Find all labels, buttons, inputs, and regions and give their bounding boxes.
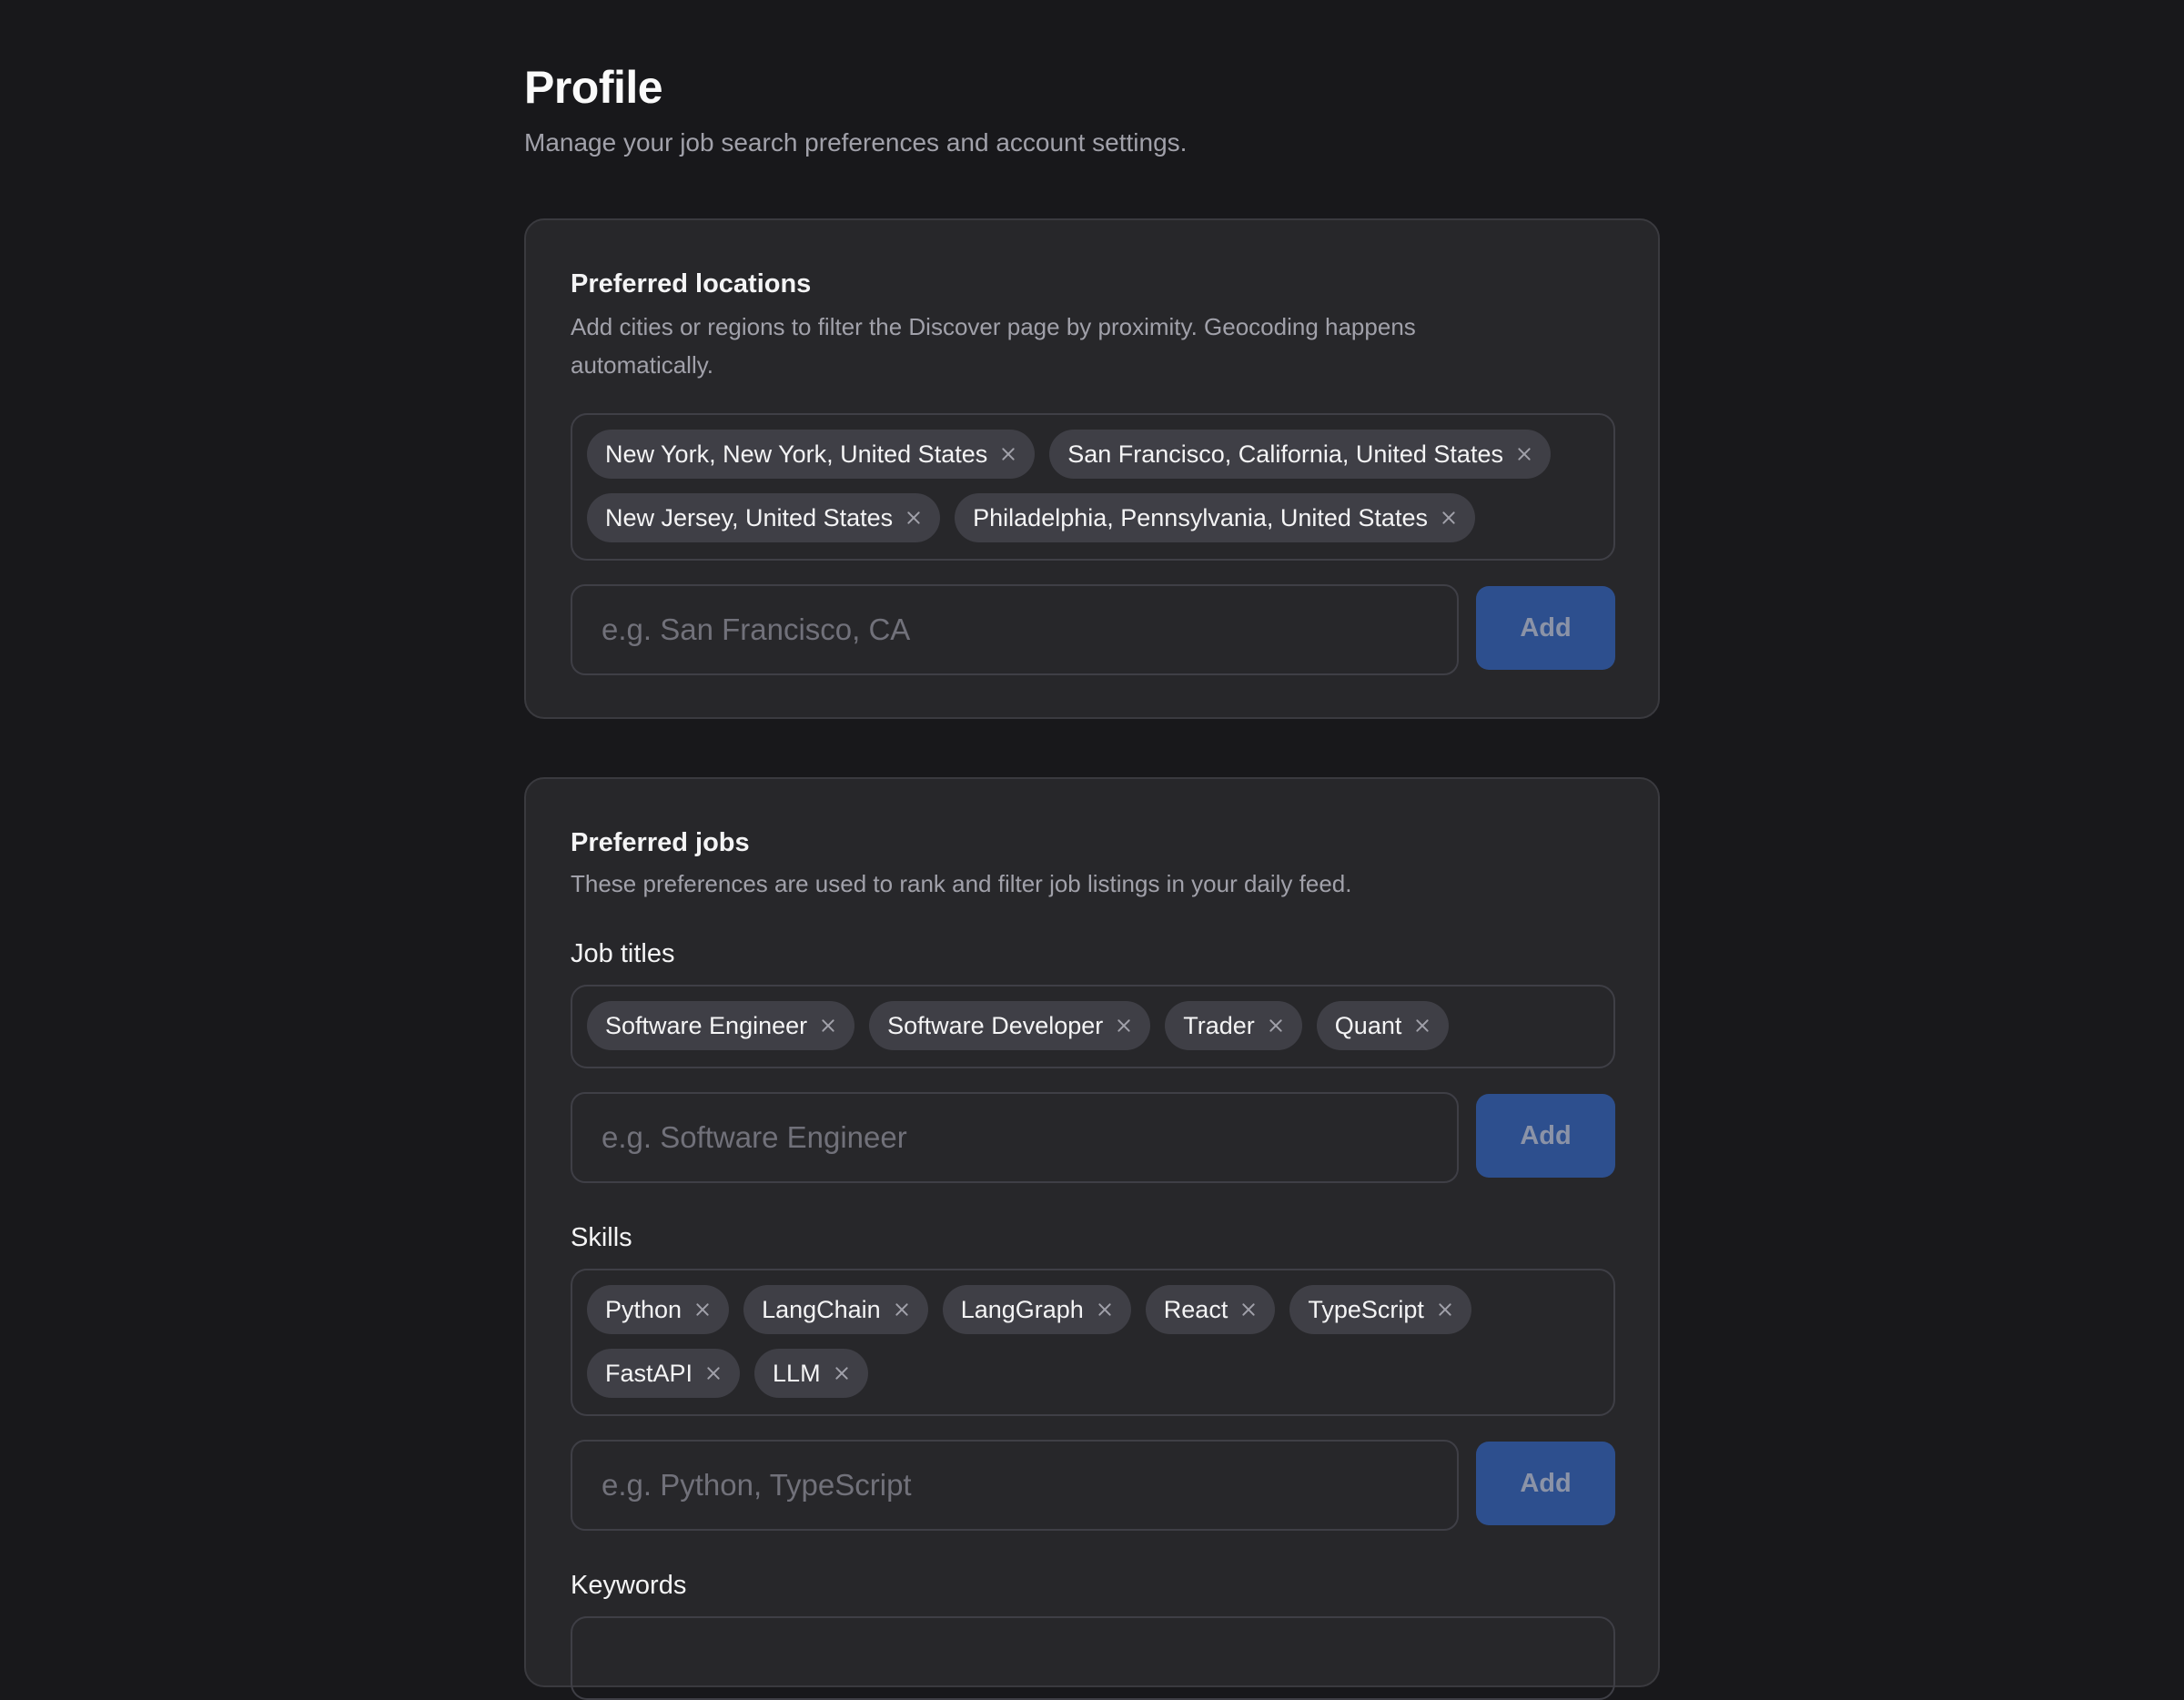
tag-chip-label: Software Developer bbox=[887, 1011, 1104, 1039]
tag-chip: Quant bbox=[1316, 1001, 1450, 1050]
close-icon[interactable] bbox=[1116, 1017, 1132, 1034]
preferred-jobs-card: Preferred jobs These preferences are use… bbox=[524, 777, 1660, 1700]
close-icon[interactable] bbox=[905, 510, 922, 526]
tag-chip: San Francisco, California, United States bbox=[1049, 430, 1551, 479]
tag-chip: TypeScript bbox=[1289, 1285, 1471, 1334]
tag-chip-label: LangChain bbox=[762, 1295, 881, 1323]
close-icon[interactable] bbox=[1437, 1301, 1453, 1318]
close-icon[interactable] bbox=[1240, 1301, 1257, 1318]
job-title-chip-list: Software Engineer Software Developer Trade… bbox=[571, 985, 1615, 1068]
tag-chip: LLM bbox=[754, 1349, 868, 1398]
tag-chip: New York, New York, United States bbox=[587, 430, 1036, 479]
close-icon[interactable] bbox=[1097, 1301, 1113, 1318]
tag-chip: Trader bbox=[1165, 1001, 1302, 1050]
card-description: These preferences are used to rank and f… bbox=[571, 870, 1352, 897]
card-title: Preferred locations bbox=[571, 269, 812, 299]
tag-chip-label: Python bbox=[605, 1295, 682, 1323]
tag-chip-label: New Jersey, United States bbox=[605, 503, 894, 531]
page-title: Profile bbox=[524, 62, 663, 113]
tag-chip: Software Engineer bbox=[587, 1001, 855, 1050]
close-icon[interactable] bbox=[1268, 1017, 1284, 1034]
tag-chip: LangGraph bbox=[942, 1285, 1131, 1334]
close-icon[interactable] bbox=[1441, 510, 1457, 526]
tag-chip-label: San Francisco, California, United States bbox=[1067, 440, 1503, 468]
tag-chip: React bbox=[1145, 1285, 1276, 1334]
location-input[interactable] bbox=[571, 584, 1459, 675]
tag-chip-label: Trader bbox=[1183, 1011, 1255, 1039]
close-icon[interactable] bbox=[1414, 1017, 1431, 1034]
close-icon[interactable] bbox=[820, 1017, 836, 1034]
skill-input[interactable] bbox=[571, 1440, 1459, 1531]
close-icon[interactable] bbox=[1516, 446, 1532, 462]
preferred-locations-card: Preferred locations Add cities or region… bbox=[524, 218, 1660, 719]
tag-chip-label: New York, New York, United States bbox=[605, 440, 988, 468]
tag-chip-label: Software Engineer bbox=[605, 1011, 808, 1039]
card-description: Add cities or regions to filter the Disc… bbox=[571, 313, 1416, 379]
page-subtitle: Manage your job search preferences and a… bbox=[524, 128, 1188, 157]
tag-chip-label: React bbox=[1163, 1295, 1228, 1323]
job-titles-label: Job titles bbox=[571, 939, 675, 968]
add-location-button[interactable]: Add bbox=[1476, 586, 1615, 670]
job-title-input[interactable] bbox=[571, 1092, 1459, 1183]
tag-chip-label: TypeScript bbox=[1308, 1295, 1424, 1323]
tag-chip: Python bbox=[587, 1285, 730, 1334]
tag-chip-label: Quant bbox=[1334, 1011, 1402, 1039]
card-title: Preferred jobs bbox=[571, 828, 750, 857]
close-icon[interactable] bbox=[1000, 446, 1016, 462]
skills-label: Skills bbox=[571, 1223, 632, 1252]
keywords-label: Keywords bbox=[571, 1571, 687, 1600]
location-chip-list: New York, New York, United States San Fra… bbox=[571, 413, 1615, 561]
tag-chip: FastAPI bbox=[587, 1349, 741, 1398]
close-icon[interactable] bbox=[694, 1301, 711, 1318]
tag-chip: Philadelphia, Pennsylvania, United State… bbox=[955, 493, 1475, 542]
add-skill-button[interactable]: Add bbox=[1476, 1442, 1615, 1525]
tag-chip-label: LangGraph bbox=[960, 1295, 1084, 1323]
close-icon[interactable] bbox=[834, 1365, 850, 1381]
keywords-chip-list bbox=[571, 1616, 1615, 1700]
tag-chip: New Jersey, United States bbox=[587, 493, 941, 542]
add-job-title-button[interactable]: Add bbox=[1476, 1094, 1615, 1178]
tag-chip: LangChain bbox=[743, 1285, 928, 1334]
tag-chip-label: LLM bbox=[773, 1359, 821, 1387]
tag-chip-label: FastAPI bbox=[605, 1359, 693, 1387]
close-icon[interactable] bbox=[894, 1301, 910, 1318]
tag-chip-label: Philadelphia, Pennsylvania, United State… bbox=[973, 503, 1428, 531]
close-icon[interactable] bbox=[705, 1365, 722, 1381]
tag-chip: Software Developer bbox=[869, 1001, 1151, 1050]
skills-chip-list: Python LangChain LangGraph React TypeScript F… bbox=[571, 1269, 1615, 1416]
